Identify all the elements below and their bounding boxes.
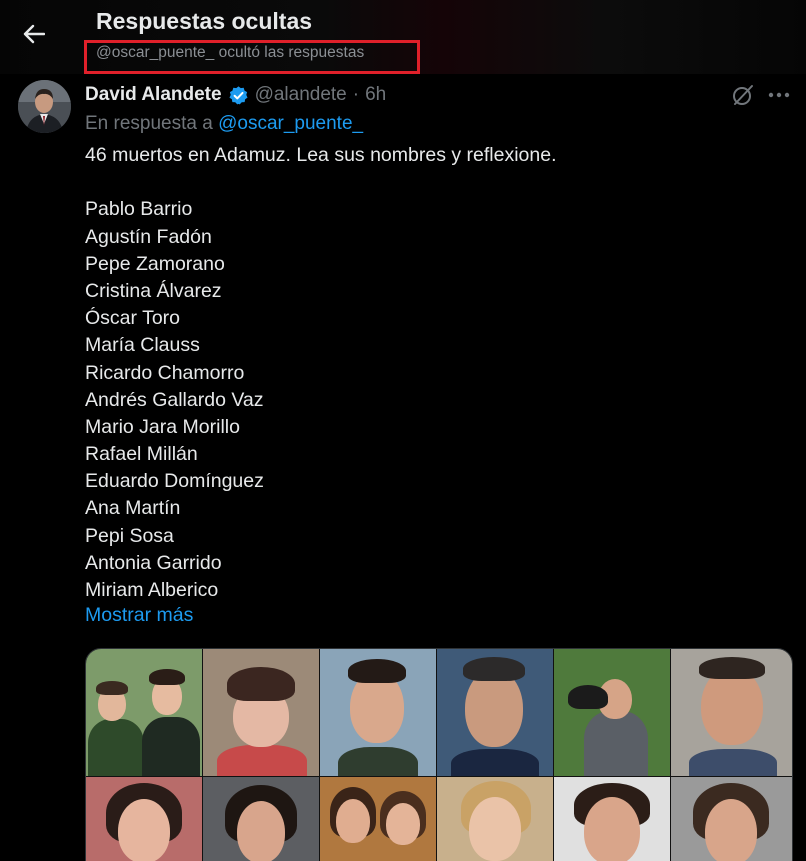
page: Respuestas ocultas @oscar_puente_ ocultó… [0,0,806,861]
victim-photo [671,777,792,861]
tweet-intro: 46 muertos en Adamuz. Lea sus nombres y … [85,144,557,166]
victim-photo [203,777,319,861]
victim-name: Cristina Álvarez [85,279,222,302]
victim-name: Pepi Sosa [85,524,174,547]
victim-name: Ana Martín [85,497,181,520]
victim-name: Mario Jara Morillo [85,415,240,438]
tweet-header: David Alandete @alandete · 6h [85,82,386,108]
victim-photo [203,649,319,776]
back-arrow-icon [23,24,45,44]
grok-icon [733,85,753,105]
victim-photo [437,777,553,861]
victim-name: Rafael Millán [85,443,198,466]
victim-name: Miriam Alberico [85,579,219,601]
victim-photo [554,649,670,776]
hidden-replies-note: @oscar_puente_ ocultó las respuestas [96,44,365,61]
tweet-text: 46 muertos en Adamuz. Lea sus nombres y … [85,142,765,604]
verified-badge-icon[interactable] [228,85,249,106]
victim-name: Agustín Fadón [85,225,212,248]
page-title: Respuestas ocultas [96,8,313,34]
victim-name: Andrés Gallardo Vaz [85,388,264,411]
victim-name: Eduardo Domínguez [85,470,264,493]
victim-name: Óscar Toro [85,307,181,330]
top-bar: Respuestas ocultas @oscar_puente_ ocultó… [0,0,806,74]
show-more-link[interactable]: Mostrar más [85,604,193,627]
victim-name: Pablo Barrio [85,198,193,221]
reply-context: En respuesta a @oscar_puente_ [85,113,363,135]
victim-photo [437,649,553,776]
victim-name: Pepe Zamorano [85,252,225,275]
victim-photo [320,649,436,776]
grok-button[interactable] [730,82,756,108]
separator-dot: · [352,84,360,105]
victim-name: Ricardo Chamorro [85,361,245,384]
victim-photo [86,649,202,776]
more-button[interactable] [766,82,792,108]
back-button[interactable] [16,16,52,52]
timestamp[interactable]: 6h [365,84,386,106]
reply-prefix: En respuesta a [85,113,213,134]
victim-photo [320,777,436,861]
victim-name: Antonia Garrido [85,551,222,574]
victim-photo [554,777,670,861]
author-handle[interactable]: @alandete [255,84,347,106]
victim-photo [671,649,792,776]
victim-photo [86,777,202,861]
reply-mention-link[interactable]: @oscar_puente_ [218,113,363,134]
more-icon [768,92,790,98]
avatar[interactable] [18,80,71,133]
author-name[interactable]: David Alandete [85,84,222,106]
tweet-media[interactable] [85,648,793,861]
victim-name: María Clauss [85,334,200,357]
